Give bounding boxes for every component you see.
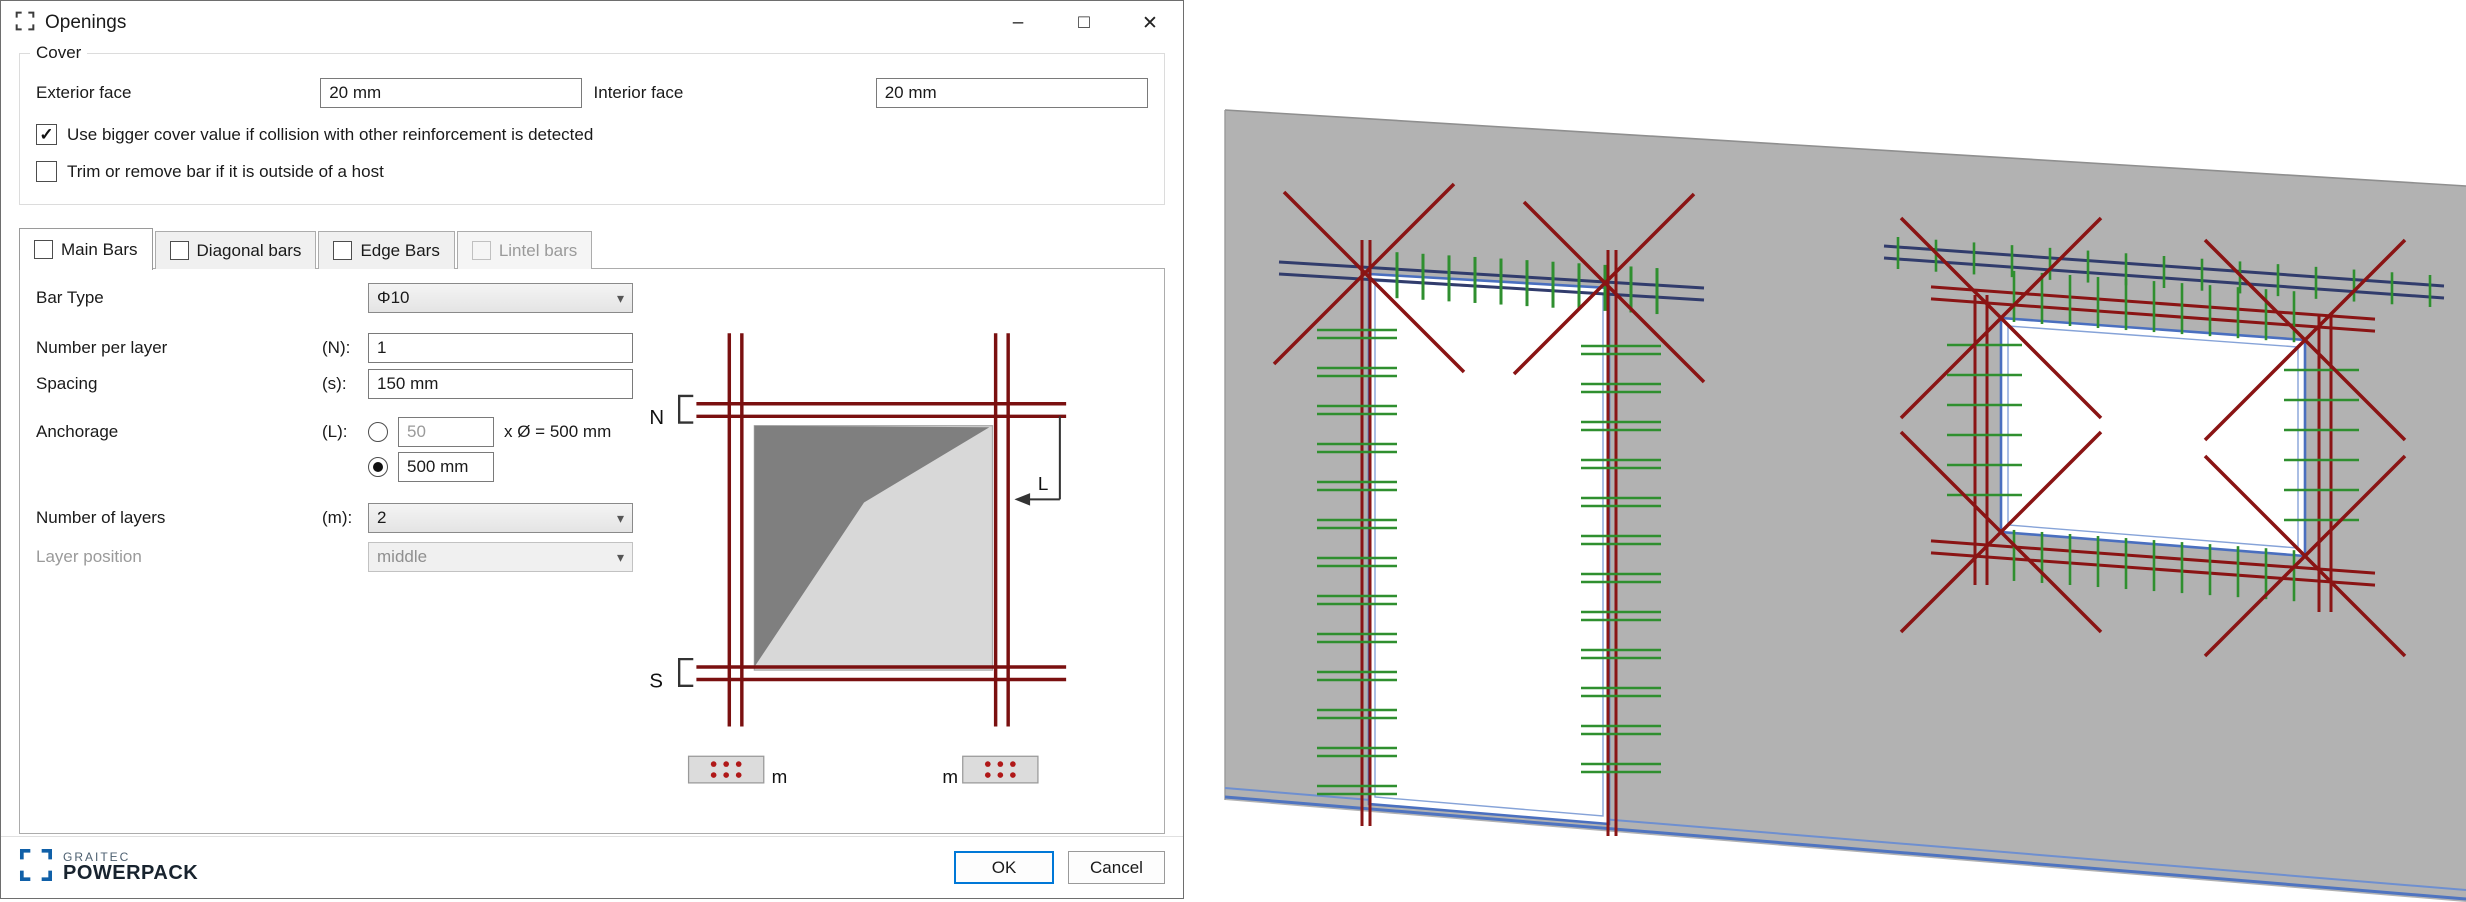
3d-viewport[interactable] bbox=[1184, 0, 2466, 902]
chevron-down-icon: ▾ bbox=[616, 289, 624, 306]
spacing-symbol: (s): bbox=[322, 374, 347, 393]
anchorage-label: Anchorage bbox=[36, 422, 119, 441]
tab-main-bars[interactable]: Main Bars bbox=[19, 228, 153, 270]
trim-bar-checkbox[interactable]: Trim or remove bar if it is outside of a… bbox=[36, 161, 1148, 182]
chevron-down-icon: ▾ bbox=[616, 548, 624, 565]
close-button[interactable]: ✕ bbox=[1117, 1, 1183, 45]
number-of-layers-label: Number of layers bbox=[36, 508, 166, 527]
number-per-layer-input[interactable]: 1 bbox=[368, 333, 633, 363]
door-opening bbox=[1367, 272, 1611, 826]
diagram-north-bracket bbox=[677, 394, 694, 424]
bar-layout-diagram: N S L m m bbox=[640, 327, 1110, 797]
trim-bar-label: Trim or remove bar if it is outside of a… bbox=[67, 161, 384, 181]
bar-type-select[interactable]: Φ10 ▾ bbox=[368, 283, 633, 313]
bigger-cover-label: Use bigger cover value if collision with… bbox=[67, 124, 594, 144]
interior-face-label: Interior face bbox=[593, 83, 684, 102]
checkbox-checked-icon: ✓ bbox=[36, 124, 57, 145]
exterior-face-label: Exterior face bbox=[36, 83, 132, 102]
app-icon bbox=[15, 11, 35, 36]
tab-lintel-bars: Lintel bars bbox=[456, 231, 593, 269]
tab-checkbox bbox=[471, 241, 491, 260]
maximize-button[interactable]: □ bbox=[1051, 1, 1117, 45]
diagram-arrowhead-icon bbox=[1014, 493, 1031, 506]
dialog-footer: GRAITEC POWERPACK OK Cancel bbox=[1, 836, 1183, 898]
graitec-powerpack-logo: GRAITEC POWERPACK bbox=[19, 848, 198, 887]
layer-position-select: middle ▾ bbox=[368, 542, 633, 572]
diagram-south-bracket bbox=[677, 657, 694, 687]
tab-checkbox[interactable] bbox=[34, 240, 53, 259]
interior-face-input[interactable]: 20 mm bbox=[875, 78, 1148, 108]
graitec-logo-icon bbox=[19, 848, 53, 887]
tab-checkbox[interactable] bbox=[333, 241, 353, 260]
bars-tabstrip: Main Bars Diagonal bars Edge Bars Lintel… bbox=[19, 227, 1165, 270]
anchorage-length-radio[interactable] bbox=[368, 457, 388, 477]
anchorage-factor-radio[interactable] bbox=[368, 422, 388, 442]
checkbox-unchecked-icon bbox=[36, 161, 57, 182]
number-per-layer-label: Number per layer bbox=[36, 338, 168, 357]
tab-checkbox[interactable] bbox=[169, 241, 189, 260]
number-of-layers-symbol: (m): bbox=[322, 508, 353, 527]
diagram-layer-label-left: m bbox=[772, 766, 788, 787]
dialog-titlebar[interactable]: Openings – □ ✕ bbox=[1, 1, 1183, 45]
bar-type-label: Bar Type bbox=[36, 288, 104, 307]
number-of-layers-select[interactable]: 2 ▾ bbox=[368, 503, 633, 533]
number-per-layer-symbol: (N): bbox=[322, 338, 351, 357]
anchorage-symbol: (L): bbox=[322, 422, 348, 441]
exterior-face-input[interactable]: 20 mm bbox=[320, 78, 582, 108]
layer-position-label: Layer position bbox=[36, 547, 142, 566]
diagram-north-label: N bbox=[649, 407, 664, 429]
brand-powerpack: POWERPACK bbox=[63, 862, 199, 885]
chevron-down-icon: ▾ bbox=[616, 509, 624, 526]
main-bars-panel: Bar Type Φ10 ▾ Number per layer (N): 1 S… bbox=[19, 268, 1165, 834]
diagram-south-label: S bbox=[649, 670, 663, 692]
diagram-layer-box-right bbox=[962, 755, 1039, 784]
cancel-button[interactable]: Cancel bbox=[1068, 851, 1165, 884]
diagram-length-label: L bbox=[1038, 473, 1048, 494]
spacing-label: Spacing bbox=[36, 374, 98, 393]
anchorage-factor-input[interactable]: 50 bbox=[398, 417, 494, 447]
bigger-cover-checkbox[interactable]: ✓ Use bigger cover value if collision wi… bbox=[36, 124, 1148, 145]
dialog-title: Openings bbox=[45, 12, 127, 33]
tab-diagonal-bars[interactable]: Diagonal bars bbox=[154, 231, 317, 269]
app-root: { "window": { "title": "Openings", "cont… bbox=[0, 0, 2466, 902]
cover-group-label: Cover bbox=[30, 43, 88, 63]
spacing-input[interactable]: 150 mm bbox=[368, 369, 633, 399]
window-opening bbox=[1999, 316, 2307, 558]
ok-button[interactable]: OK bbox=[954, 851, 1054, 884]
cover-group: Cover Exterior face 20 mm Interior face … bbox=[19, 43, 1165, 205]
3d-view-svg bbox=[1224, 109, 2466, 902]
bar-layout-diagram-svg: N S L m m bbox=[649, 333, 1067, 787]
tab-edge-bars[interactable]: Edge Bars bbox=[318, 231, 455, 269]
minimize-button[interactable]: – bbox=[985, 1, 1051, 45]
diagram-layer-box-left bbox=[687, 755, 765, 784]
anchorage-length-input[interactable]: 500 mm bbox=[398, 452, 494, 482]
diagram-layer-label-right: m bbox=[942, 766, 958, 787]
anchorage-factor-suffix: x Ø = 500 mm bbox=[504, 422, 612, 441]
openings-dialog: Openings – □ ✕ Cover Exterior face 20 mm… bbox=[0, 0, 1184, 899]
